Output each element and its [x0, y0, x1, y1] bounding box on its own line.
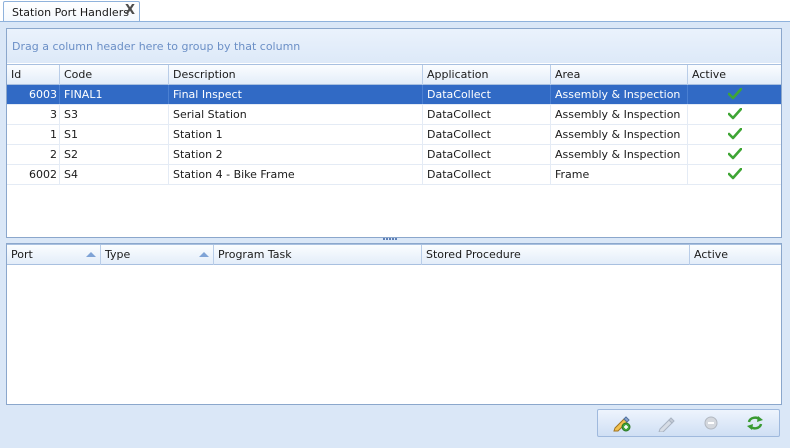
- cell-code: S3: [60, 105, 169, 124]
- column-header-type[interactable]: Type: [101, 245, 214, 265]
- table-row[interactable]: 3 S3 Serial Station DataCollect Assembly & I…: [7, 105, 781, 125]
- cell-id: 6003: [7, 85, 60, 104]
- cell-area: Frame: [551, 165, 688, 184]
- cell-area: Assembly & Inspection: [551, 85, 688, 104]
- table-row[interactable]: 2 S2 Station 2 DataCollect Assembly & Inspec…: [7, 145, 781, 165]
- cell-active: [688, 145, 781, 164]
- refresh-icon: [747, 416, 763, 430]
- column-header-code[interactable]: Code: [60, 65, 169, 85]
- column-header-description[interactable]: Description: [169, 65, 423, 85]
- cell-code: FINAL1: [60, 85, 169, 104]
- cell-id: 2: [7, 145, 60, 164]
- port-grid-header: Port Type Program Task Stored Procedure …: [7, 244, 781, 265]
- cell-area: Assembly & Inspection: [551, 125, 688, 144]
- cell-code: S1: [60, 125, 169, 144]
- table-row[interactable]: 6002 S4 Station 4 - Bike Frame DataCollect F…: [7, 165, 781, 185]
- sort-ascending-icon: [199, 252, 209, 257]
- column-header-program-task[interactable]: Program Task: [214, 245, 422, 265]
- close-icon[interactable]: X: [125, 4, 135, 18]
- sort-ascending-icon: [86, 252, 96, 257]
- group-by-panel[interactable]: Drag a column header here to group by th…: [7, 29, 781, 63]
- column-header-active[interactable]: Active: [690, 245, 781, 265]
- column-header-id[interactable]: Id: [7, 65, 60, 85]
- group-by-hint: Drag a column header here to group by th…: [12, 40, 301, 53]
- refresh-button[interactable]: [744, 414, 766, 432]
- checkmark-icon: [727, 168, 742, 180]
- checkmark-icon: [727, 108, 742, 120]
- port-grid: Port Type Program Task Stored Procedure …: [6, 243, 782, 405]
- column-header-active[interactable]: Active: [688, 65, 781, 85]
- cell-description: Serial Station: [169, 105, 423, 124]
- cell-description: Station 2: [169, 145, 423, 164]
- cell-code: S4: [60, 165, 169, 184]
- column-header-port-label: Port: [11, 248, 33, 261]
- cell-code: S2: [60, 145, 169, 164]
- cell-application: DataCollect: [423, 145, 551, 164]
- cell-active: [688, 85, 781, 104]
- cell-area: Assembly & Inspection: [551, 145, 688, 164]
- tab-station-port-handlers[interactable]: Station Port Handlers X: [3, 1, 140, 22]
- add-icon: [613, 416, 631, 432]
- cell-description: Station 1: [169, 125, 423, 144]
- tab-strip: Station Port Handlers X: [0, 0, 790, 22]
- table-row[interactable]: 1 S1 Station 1 DataCollect Assembly & Inspec…: [7, 125, 781, 145]
- edit-button[interactable]: [655, 414, 677, 433]
- cell-active: [688, 105, 781, 124]
- checkmark-icon: [727, 128, 742, 140]
- cell-application: DataCollect: [423, 85, 551, 104]
- cell-area: Assembly & Inspection: [551, 105, 688, 124]
- cell-active: [688, 165, 781, 184]
- station-grid: Drag a column header here to group by th…: [6, 28, 782, 238]
- cell-application: DataCollect: [423, 125, 551, 144]
- cell-description: Final Inspect: [169, 85, 423, 104]
- cell-id: 6002: [7, 165, 60, 184]
- edit-icon: [658, 417, 675, 433]
- cell-application: DataCollect: [423, 105, 551, 124]
- remove-icon: [704, 416, 718, 430]
- cell-id: 3: [7, 105, 60, 124]
- checkmark-icon: [727, 88, 742, 100]
- table-row[interactable]: 6003 FINAL1 Final Inspect DataCollect Assemb…: [7, 85, 781, 105]
- checkmark-icon: [727, 148, 742, 160]
- content-frame: Drag a column header here to group by th…: [0, 21, 790, 448]
- grid-toolbar: [597, 409, 780, 437]
- column-header-application[interactable]: Application: [423, 65, 551, 85]
- add-button[interactable]: [611, 414, 633, 432]
- column-header-type-label: Type: [105, 248, 131, 261]
- splitter-grip[interactable]: [383, 238, 403, 242]
- cell-application: DataCollect: [423, 165, 551, 184]
- column-header-port[interactable]: Port: [7, 245, 101, 265]
- cell-active: [688, 125, 781, 144]
- column-header-area[interactable]: Area: [551, 65, 688, 85]
- remove-button[interactable]: [700, 414, 722, 432]
- tab-title: Station Port Handlers: [12, 6, 129, 19]
- column-header-stored-procedure[interactable]: Stored Procedure: [422, 245, 690, 265]
- cell-id: 1: [7, 125, 60, 144]
- station-grid-header: Id Code Description Application Area Act…: [7, 64, 781, 85]
- cell-description: Station 4 - Bike Frame: [169, 165, 423, 184]
